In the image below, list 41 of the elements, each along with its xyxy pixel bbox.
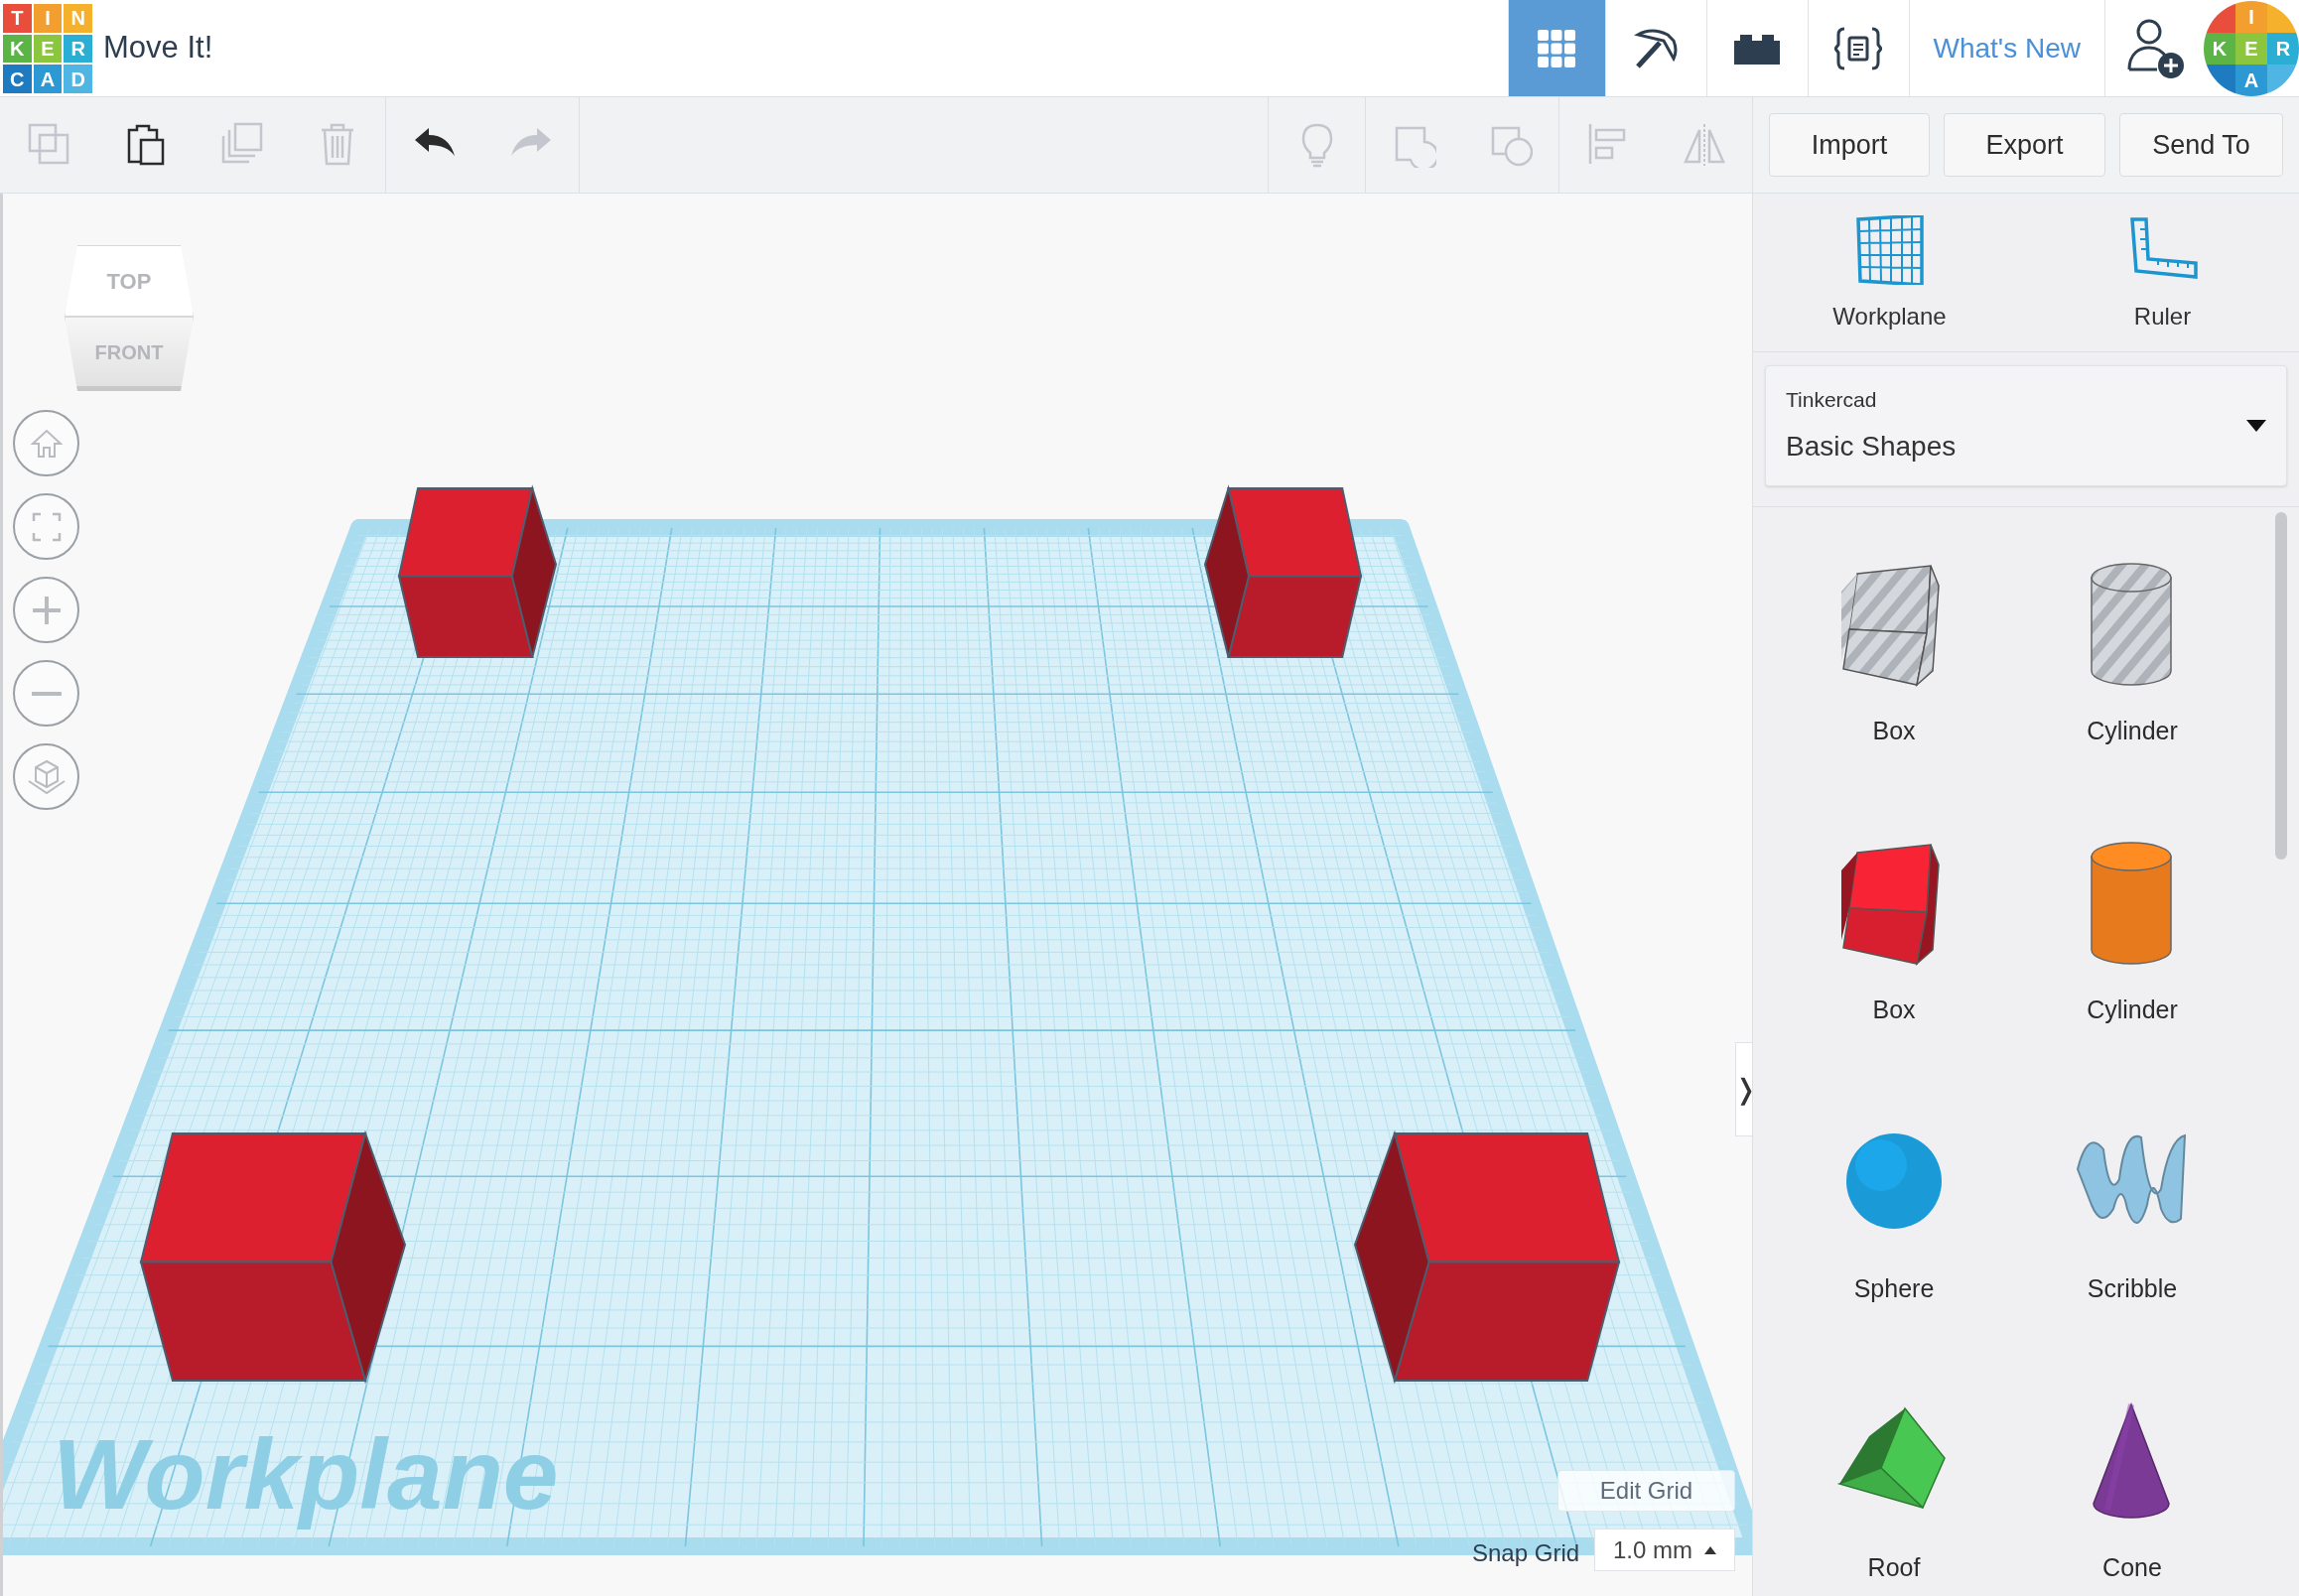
plus-icon (32, 596, 61, 624)
import-button[interactable]: Import (1769, 113, 1930, 177)
shape-library-select[interactable]: Tinkercad Basic Shapes (1765, 365, 2287, 486)
panel-collapse-toggle[interactable]: ❭ (1735, 1042, 1752, 1136)
caret-up-icon (1704, 1545, 1716, 1554)
pickaxe-icon (1634, 26, 1678, 70)
shape-item[interactable]: Cylinder (2013, 507, 2251, 786)
grid-plane-icon (1855, 215, 1924, 285)
library-source-label: Tinkercad (1786, 387, 1878, 414)
code-blocks-icon (1834, 26, 1882, 70)
shape-item[interactable]: Cone (2013, 1344, 2251, 1596)
scrollbar-thumb[interactable] (2275, 512, 2287, 860)
cube[interactable] (397, 484, 558, 658)
mirror-icon (1682, 122, 1726, 168)
dropdown-caret-icon (2246, 420, 2266, 432)
shape-item[interactable]: Roof (1775, 1344, 2013, 1596)
cube-icon (26, 758, 67, 795)
workplane-tool[interactable]: Workplane (1753, 194, 2026, 351)
snap-grid-select[interactable]: 1.0 mm (1594, 1529, 1735, 1571)
export-button[interactable]: Export (1944, 113, 2105, 177)
view-cube-front-label: FRONT (94, 339, 164, 365)
snap-grid-label: Snap Grid (1472, 1538, 1580, 1568)
send-to-button[interactable]: Send To (2119, 113, 2283, 177)
view-cube-top-label: TOP (106, 267, 152, 296)
library-name: Basic Shapes (1786, 429, 1958, 464)
minus-icon (31, 690, 62, 697)
app-logo[interactable]: T I N K E R C A D (2, 3, 93, 94)
shape-item[interactable]: Cylinder (2013, 786, 2251, 1065)
cube[interactable] (139, 1130, 407, 1385)
ruler-tool[interactable]: Ruler (2026, 194, 2299, 351)
home-icon (30, 428, 63, 459)
shape-item[interactable]: Scribble (2013, 1065, 2251, 1344)
cube[interactable] (1353, 1130, 1621, 1385)
shape-item[interactable]: Box (1775, 507, 2013, 786)
project-title[interactable]: Move It! (103, 25, 213, 71)
shape-item[interactable]: Sphere (1775, 1065, 2013, 1344)
cube[interactable] (1203, 484, 1363, 658)
shape-item[interactable]: Box (1775, 786, 2013, 1065)
grid-icon (1538, 29, 1575, 67)
fit-view-icon (31, 511, 62, 542)
edit-grid-button[interactable]: Edit Grid (1557, 1470, 1735, 1512)
